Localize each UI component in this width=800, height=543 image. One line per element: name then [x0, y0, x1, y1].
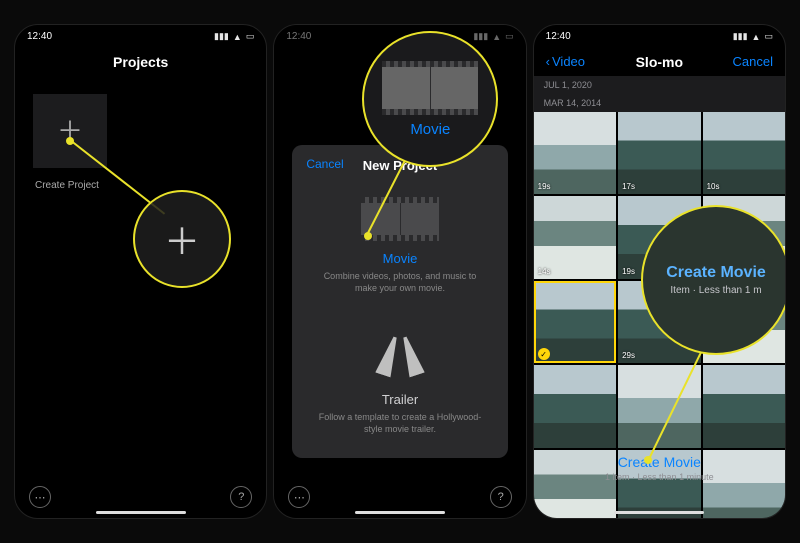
movie-option[interactable]: Movie Combine videos, photos, and music …	[306, 197, 493, 294]
new-project-sheet: Cancel New Project Movie Combine videos,…	[292, 145, 507, 458]
status-bar: 12:40 ▮▮▮▲▭	[534, 25, 785, 44]
help-button[interactable]: ?	[230, 486, 252, 508]
video-thumbnail[interactable]: 14s	[534, 196, 616, 278]
annotation-zoom-create: Create Movie Item · Less than 1 m	[641, 205, 786, 355]
trailer-option-desc: Follow a template to create a Hollywood-…	[306, 411, 493, 435]
home-indicator	[614, 511, 704, 514]
home-indicator	[355, 511, 445, 514]
screen-projects: 12:40 ▮▮▮ ▲ ▭ Projects ＋ Create Project …	[14, 24, 267, 519]
movie-option-desc: Combine videos, photos, and music to mak…	[306, 270, 493, 294]
bottom-bar: ⋯ ?	[274, 486, 525, 508]
bottom-bar: ⋯ ?	[15, 486, 266, 508]
video-thumbnail[interactable]	[703, 365, 785, 447]
header: Projects	[15, 44, 266, 76]
checkmark-icon: ✓	[538, 348, 550, 360]
battery-icon: ▭	[246, 31, 255, 42]
cancel-button[interactable]: Cancel	[733, 54, 773, 69]
page-title: Slo-mo	[636, 54, 683, 70]
callout-meta: Item · Less than 1 m	[670, 285, 761, 296]
page-title: Projects	[113, 54, 168, 70]
help-icon: ?	[238, 491, 244, 503]
video-thumbnail[interactable]: 19s	[534, 112, 616, 194]
back-button[interactable]: Video	[546, 54, 585, 69]
status-bar: 12:40 ▮▮▮ ▲ ▭	[15, 25, 266, 44]
signal-icon: ▮▮▮	[214, 31, 229, 42]
status-right: ▮▮▮ ▲ ▭	[214, 31, 254, 42]
video-thumbnail[interactable]: 17s	[618, 112, 700, 194]
wifi-icon: ▲	[233, 32, 242, 42]
date-section-2: MAR 14, 2014	[534, 94, 785, 112]
trailer-option[interactable]: Trailer Follow a template to create a Ho…	[306, 312, 493, 435]
create-project-label: Create Project	[35, 180, 266, 191]
status-time: 12:40	[27, 31, 52, 42]
callout-label: Movie	[410, 121, 450, 138]
screen-new-project: 12:40 ▮▮▮▲▭ Cancel New Project Movie Com…	[273, 24, 526, 519]
annotation-zoom-movie: Movie	[362, 31, 498, 167]
create-movie-button[interactable]: Create Movie	[534, 454, 785, 470]
video-thumbnail[interactable]	[534, 365, 616, 447]
callout-link: Create Movie	[666, 264, 766, 282]
home-indicator	[96, 511, 186, 514]
cancel-button[interactable]: Cancel	[306, 157, 343, 171]
movie-option-title: Movie	[306, 251, 493, 266]
help-button[interactable]: ?	[490, 486, 512, 508]
more-icon: ⋯	[35, 491, 46, 504]
more-button[interactable]: ⋯	[288, 486, 310, 508]
create-movie-meta: 1 item · Less than 1 minute	[534, 472, 785, 482]
screen-media-picker: 12:40 ▮▮▮▲▭ Video Slo-mo Cancel JUL 1, 2…	[533, 24, 786, 519]
status-time: 12:40	[546, 31, 571, 42]
header: Video Slo-mo Cancel	[534, 44, 785, 76]
create-movie-bar: Create Movie 1 item · Less than 1 minute	[534, 446, 785, 490]
video-thumbnail-selected[interactable]: ✓	[534, 281, 616, 363]
more-button[interactable]: ⋯	[29, 486, 51, 508]
plus-icon: ＋	[164, 213, 200, 265]
spotlight-icon	[377, 336, 423, 382]
annotation-line	[69, 139, 165, 214]
trailer-option-title: Trailer	[306, 392, 493, 407]
filmstrip-icon	[382, 61, 478, 115]
create-project-tile[interactable]: ＋	[33, 94, 107, 168]
date-section-1: JUL 1, 2020	[534, 76, 785, 94]
video-thumbnail[interactable]: 10s	[703, 112, 785, 194]
annotation-zoom-plus: ＋	[133, 190, 231, 288]
